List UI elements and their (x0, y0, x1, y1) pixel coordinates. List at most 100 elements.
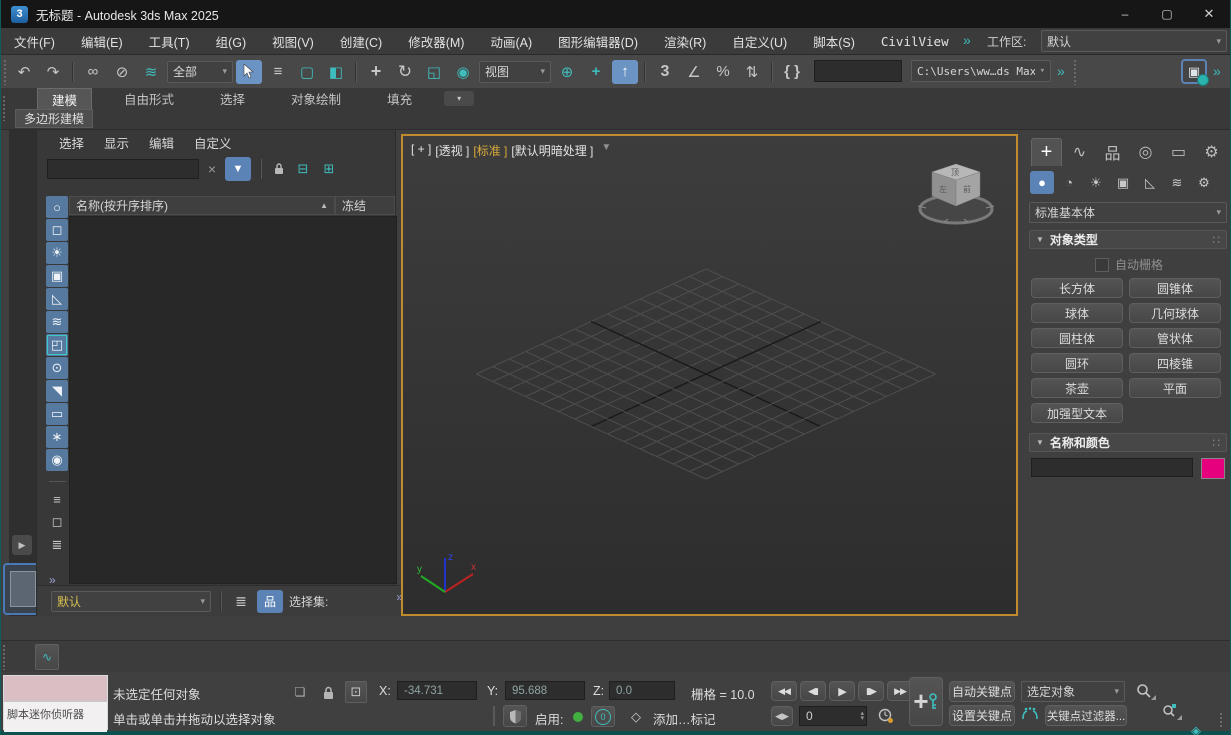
tab-motion-icon[interactable]: ◎ (1130, 138, 1161, 166)
subtab-cameras-icon[interactable]: ▣ (1111, 171, 1135, 194)
key-mode-toggle-icon[interactable]: ◀▶ (771, 706, 793, 726)
search-filter-funnel-icon[interactable]: ▼ (225, 157, 251, 181)
menu-edit[interactable]: 编辑(E) (68, 28, 136, 54)
window-crossing-icon[interactable]: ◧ (323, 60, 349, 84)
selection-lock-icon[interactable] (319, 682, 337, 702)
menu-graph-editors[interactable]: 图形编辑器(D) (545, 28, 651, 54)
explorer-menu-select[interactable]: 选择 (49, 130, 94, 154)
menu-overflow-icon[interactable]: » (963, 32, 971, 48)
subtab-shapes-icon[interactable]: ◔ (1057, 171, 1081, 194)
teapot-button[interactable]: 茶壶 (1031, 378, 1123, 398)
set-keys-button[interactable]: + (909, 677, 943, 726)
tab-modify-icon[interactable]: ∿ (1064, 138, 1095, 166)
play-animation-icon[interactable]: ▶ (829, 681, 855, 701)
unlink-selection-icon[interactable]: ⊘ (109, 60, 135, 84)
named-selection-sets-field[interactable] (814, 60, 902, 82)
minimize-button[interactable]: – (1104, 0, 1146, 28)
rollout-object-type[interactable]: ▼ 对象类型 ∷ (1029, 230, 1227, 249)
menu-customize[interactable]: 自定义(U) (719, 28, 800, 54)
keyboard-shortcut-override-icon[interactable]: ↑ (612, 60, 638, 84)
display-bones-icon[interactable]: ◥ (46, 380, 68, 402)
menu-group[interactable]: 组(G) (203, 28, 260, 54)
spinner-arrows-icon[interactable]: ▴▾ (860, 711, 864, 721)
reference-coordinate-dropdown[interactable]: 视图 ▾ (479, 61, 551, 83)
app-icon[interactable]: 3 (11, 6, 28, 23)
cylinder-button[interactable]: 圆柱体 (1031, 328, 1123, 348)
tab-utilities-icon[interactable]: ⚙ (1196, 138, 1227, 166)
explorer-menu-display[interactable]: 显示 (94, 130, 139, 154)
add-time-tag[interactable]: 添加…标记 (653, 709, 716, 728)
current-frame-spinner[interactable]: 0 ▴▾ (799, 706, 867, 726)
subtab-systems-icon[interactable]: ⚙ (1192, 171, 1216, 194)
autosave-save-icon[interactable]: ▣ (1181, 59, 1207, 84)
display-particles-icon[interactable]: ∗ (46, 426, 68, 448)
select-and-scale-icon[interactable]: ◱ (421, 60, 447, 84)
menu-file[interactable]: 文件(F) (1, 28, 68, 54)
close-button[interactable]: ✕ (1188, 0, 1230, 28)
maximize-button[interactable]: ▢ (1146, 0, 1188, 28)
schematic-view-icon[interactable]: 品 (257, 590, 283, 613)
select-and-move-icon[interactable]: + (363, 60, 389, 84)
mini-curve-editor-icon[interactable]: ∿ (35, 644, 59, 670)
zoom-all-icon[interactable] (1157, 701, 1183, 721)
toolbar-drag-handle-2[interactable] (1073, 59, 1078, 85)
box-button[interactable]: 长方体 (1031, 278, 1123, 298)
select-and-rotate-icon[interactable]: ↻ (392, 60, 418, 84)
sort-list-icon[interactable]: ≡ (46, 488, 68, 510)
collapse-tree-icon[interactable]: ⊞ (319, 161, 339, 177)
tube-button[interactable]: 管状体 (1129, 328, 1221, 348)
display-groups-icon[interactable]: ◰ (46, 334, 68, 356)
subtab-lights-icon[interactable]: ☀ (1084, 171, 1108, 194)
window-resize-grip[interactable] (1219, 712, 1224, 728)
geosphere-button[interactable]: 几何球体 (1129, 303, 1221, 323)
menu-civilview[interactable]: CivilView (868, 28, 962, 54)
x-coord-field[interactable]: -34.731 (397, 681, 477, 700)
lock-explorer-icon[interactable] (271, 162, 287, 176)
auto-key-button[interactable]: 自动关键点 (949, 681, 1015, 702)
plane-button[interactable]: 平面 (1129, 378, 1221, 398)
redo-icon[interactable]: ↷ (40, 60, 66, 84)
spinner-snap-icon[interactable]: ⇅ (739, 60, 765, 84)
adaptive-degradation-shield-icon[interactable] (503, 705, 527, 727)
set-key-button[interactable]: 设置关键点 (949, 705, 1015, 726)
cone-button[interactable]: 圆锥体 (1129, 278, 1221, 298)
torus-button[interactable]: 圆环 (1031, 353, 1123, 373)
percent-snap-icon[interactable]: % (710, 60, 736, 84)
macro-recorder-pane[interactable] (4, 676, 107, 702)
menu-views[interactable]: 视图(V) (259, 28, 327, 54)
menu-scripting[interactable]: 脚本(S) (800, 28, 868, 54)
selected-objects-dropdown[interactable]: 选定对象 ▾ (1021, 681, 1125, 702)
ribbon-minimize-icon[interactable]: ▾ (444, 91, 474, 106)
rollout-name-color[interactable]: ▼ 名称和颜色 ∷ (1029, 433, 1227, 452)
workspace-dropdown[interactable]: 默认 ▾ (1041, 30, 1227, 52)
zoom-extents-icon[interactable]: ◈ (1183, 721, 1209, 735)
ribbon-tab-freeform[interactable]: 自由形式 (110, 88, 188, 109)
tab-hierarchy-icon[interactable]: 品 (1097, 138, 1128, 166)
display-shapes-icon[interactable]: ◻ (46, 219, 68, 241)
select-by-name-icon[interactable]: ≡ (265, 60, 291, 84)
perspective-viewport[interactable]: [ + ] [透视 ] [标准 ] [默认明暗处理 ] ▼ 顶 左 前 (401, 134, 1018, 616)
object-name-field[interactable] (1031, 458, 1193, 477)
next-frame-icon[interactable]: ▮▶ (858, 681, 884, 701)
use-pivot-point-center-icon[interactable]: ⊕ (554, 60, 580, 84)
menu-animation[interactable]: 动画(A) (477, 28, 545, 54)
go-to-start-icon[interactable]: ◀◀ (771, 681, 797, 701)
z-coord-field[interactable]: 0.0 (609, 681, 675, 700)
snaps-toggle-icon[interactable]: 3 (652, 60, 678, 84)
sort-detail-icon[interactable]: ≣ (46, 534, 68, 556)
listener-pane[interactable]: 脚本迷你侦听器 (4, 702, 107, 732)
ribbon-tab-object-paint[interactable]: 对象绘制 (277, 88, 355, 109)
toolbar-drag-handle[interactable] (3, 59, 8, 85)
select-object-icon[interactable] (236, 60, 262, 84)
edit-named-selection-sets-icon[interactable]: { } (779, 60, 805, 84)
text-plus-button[interactable]: 加强型文本 (1031, 403, 1123, 423)
explorer-flyout-button[interactable]: ▶ (12, 535, 32, 555)
category-dropdown[interactable]: 标准基本体 ▾ (1029, 202, 1227, 223)
project-folder-dropdown[interactable]: C:\Users\ww…ds Max 2025 ▾ (911, 60, 1051, 82)
display-geometry-icon[interactable]: ○ (46, 196, 68, 218)
layer-dropdown[interactable]: 默认 ▾ (51, 591, 211, 612)
toolbar-overflow-icon-2[interactable]: » (1213, 63, 1221, 79)
pyramid-button[interactable]: 四棱锥 (1129, 353, 1221, 373)
viewcube[interactable]: 顶 左 前 (914, 154, 998, 230)
display-visibility-icon[interactable]: ◉ (46, 449, 68, 471)
